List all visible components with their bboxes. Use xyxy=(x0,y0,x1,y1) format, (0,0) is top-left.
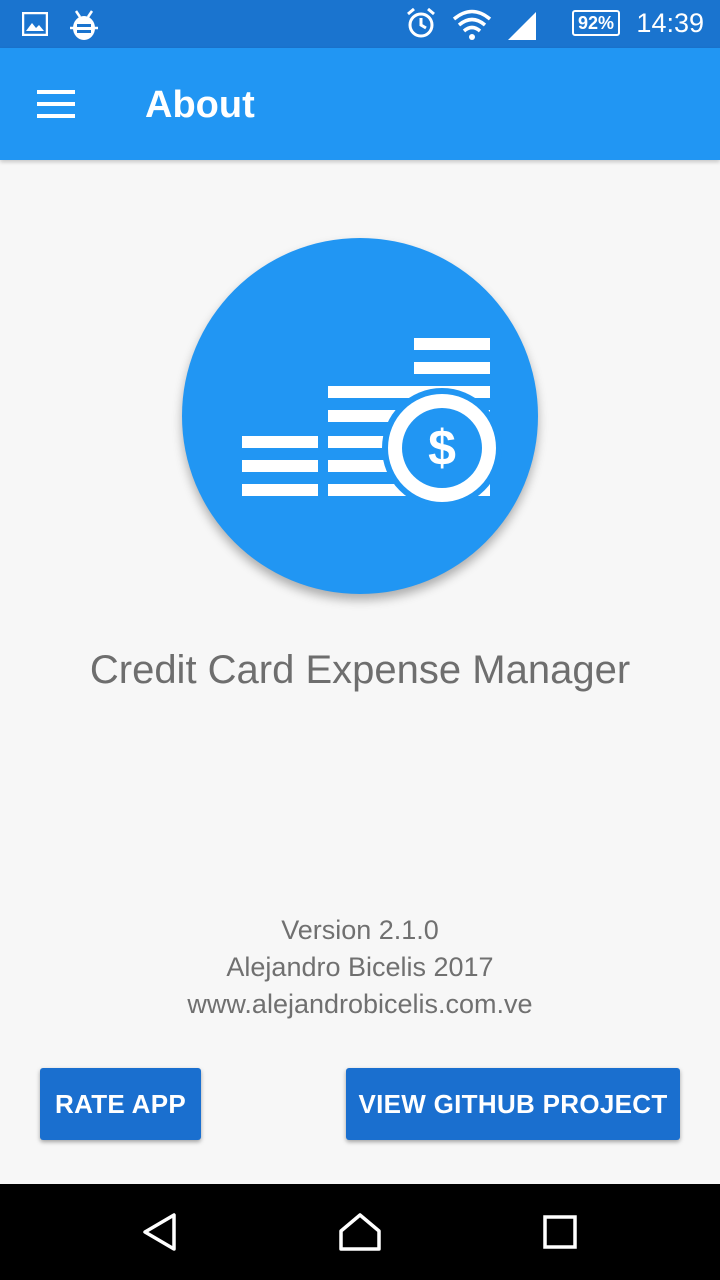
home-button[interactable] xyxy=(332,1204,388,1260)
recents-button[interactable] xyxy=(532,1204,588,1260)
about-info: Version 2.1.0 Alejandro Bicelis 2017 www… xyxy=(0,912,720,1023)
gallery-icon xyxy=(21,11,49,41)
recents-square-icon xyxy=(543,1215,577,1249)
android-debug-icon xyxy=(68,8,100,47)
wifi-icon xyxy=(452,8,492,47)
clock: 14:39 xyxy=(636,8,704,38)
view-github-project-button[interactable]: VIEW GITHUB PROJECT xyxy=(346,1068,680,1140)
menu-button[interactable] xyxy=(24,78,88,130)
app-logo: $ xyxy=(182,238,538,594)
back-button[interactable] xyxy=(132,1204,188,1260)
svg-text:$: $ xyxy=(428,420,456,476)
battery-indicator: 92% xyxy=(571,10,620,36)
author-text: Alejandro Bicelis 2017 xyxy=(226,952,494,982)
home-icon xyxy=(339,1213,381,1251)
coins-dollar-icon: $ xyxy=(242,338,502,508)
navigation-bar xyxy=(0,1184,720,1280)
alarm-icon xyxy=(406,7,436,45)
app-bar: About xyxy=(0,48,720,160)
rate-app-button[interactable]: RATE APP xyxy=(40,1068,201,1140)
website-link[interactable]: www.alejandrobicelis.com.ve xyxy=(0,986,720,1023)
hamburger-menu-icon xyxy=(37,90,75,118)
back-triangle-icon xyxy=(143,1213,176,1251)
app-name: Credit Card Expense Manager xyxy=(89,648,631,692)
page-title: About xyxy=(145,84,255,126)
signal-icon xyxy=(506,10,538,45)
version-text: Version 2.1.0 xyxy=(281,915,439,945)
status-bar: 92% 14:39 xyxy=(0,0,720,48)
